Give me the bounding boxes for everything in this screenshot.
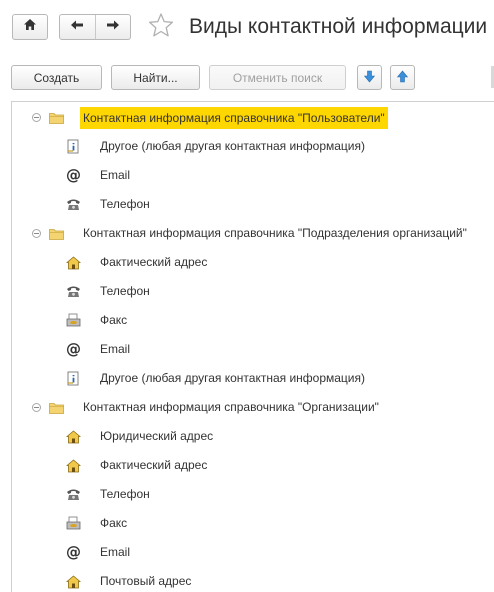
item-label: Email [100, 342, 131, 356]
group-label: Контактная информация справочника "Подра… [83, 226, 467, 240]
list-item[interactable]: Фактический адрес [12, 248, 494, 277]
home-button[interactable] [12, 14, 48, 40]
fax-icon [66, 313, 81, 328]
item-label: Факс [100, 313, 128, 327]
folder-icon [49, 401, 64, 414]
item-label: Другое (любая другая контактная информац… [100, 371, 366, 385]
forward-button[interactable] [94, 15, 131, 39]
favorite-button[interactable] [147, 12, 175, 43]
house-icon [66, 429, 81, 444]
item-label: Фактический адрес [100, 458, 208, 472]
note-icon [66, 139, 81, 154]
collapse-toggle-icon[interactable] [32, 403, 41, 412]
list-item[interactable]: @ Email [12, 161, 494, 190]
list-item[interactable]: @ Email [12, 335, 494, 364]
back-button[interactable] [60, 15, 95, 39]
list-item[interactable]: Другое (любая другая контактная информац… [12, 132, 494, 161]
phone-icon [66, 487, 81, 502]
group-label: Контактная информация справочника "Орган… [83, 400, 379, 414]
move-up-button[interactable] [390, 65, 415, 90]
arrow-left-icon [70, 18, 84, 36]
group-row[interactable]: Контактная информация справочника "Подра… [12, 219, 494, 248]
list-item[interactable]: Телефон [12, 480, 494, 509]
arrow-right-icon [106, 18, 120, 36]
at-icon: @ [66, 166, 81, 184]
contact-info-kinds-list[interactable]: Контактная информация справочника "Польз… [11, 101, 494, 592]
phone-icon [66, 284, 81, 299]
list-item[interactable]: Телефон [12, 190, 494, 219]
page-title: Виды контактной информации [189, 15, 488, 38]
arrow-up-icon [396, 70, 409, 86]
item-label: Фактический адрес [100, 255, 208, 269]
at-icon: @ [66, 340, 81, 358]
house-icon [66, 574, 81, 589]
star-icon [148, 12, 174, 43]
phone-icon [66, 197, 81, 212]
collapse-toggle-icon[interactable] [32, 229, 41, 238]
item-label: Телефон [100, 284, 150, 298]
move-down-button[interactable] [357, 65, 382, 90]
folder-icon [49, 227, 64, 240]
create-button[interactable]: Создать [11, 65, 102, 90]
item-label: Email [100, 545, 131, 559]
at-icon: @ [66, 543, 81, 561]
item-label: Почтовый адрес [100, 574, 192, 588]
list-item[interactable]: Почтовый адрес [12, 567, 494, 592]
list-item[interactable]: Факс [12, 306, 494, 335]
item-label: Телефон [100, 487, 150, 501]
item-label: Другое (любая другая контактная информац… [100, 139, 366, 153]
group-row[interactable]: Контактная информация справочника "Орган… [12, 393, 494, 422]
house-icon [66, 255, 81, 270]
collapse-toggle-icon[interactable] [32, 113, 41, 122]
item-label: Юридический адрес [100, 429, 214, 443]
list-item[interactable]: Юридический адрес [12, 422, 494, 451]
command-bar: Создать Найти... Отменить поиск [0, 64, 494, 92]
page-header: Виды контактной информации [0, 0, 494, 56]
folder-icon [49, 111, 64, 124]
list-item[interactable]: @ Email [12, 538, 494, 567]
group-row[interactable]: Контактная информация справочника "Польз… [12, 103, 494, 132]
item-label: Email [100, 168, 131, 182]
find-button[interactable]: Найти... [111, 65, 200, 90]
house-icon [66, 458, 81, 473]
history-navigation [59, 14, 131, 40]
list-item[interactable]: Факс [12, 509, 494, 538]
home-icon [23, 18, 37, 36]
fax-icon [66, 516, 81, 531]
item-label: Факс [100, 516, 128, 530]
cancel-search-button[interactable]: Отменить поиск [209, 65, 346, 90]
list-item[interactable]: Телефон [12, 277, 494, 306]
arrow-down-icon [363, 70, 376, 86]
list-item[interactable]: Другое (любая другая контактная информац… [12, 364, 494, 393]
group-label: Контактная информация справочника "Польз… [80, 107, 388, 129]
list-item[interactable]: Фактический адрес [12, 451, 494, 480]
item-label: Телефон [100, 197, 150, 211]
note-icon [66, 371, 81, 386]
